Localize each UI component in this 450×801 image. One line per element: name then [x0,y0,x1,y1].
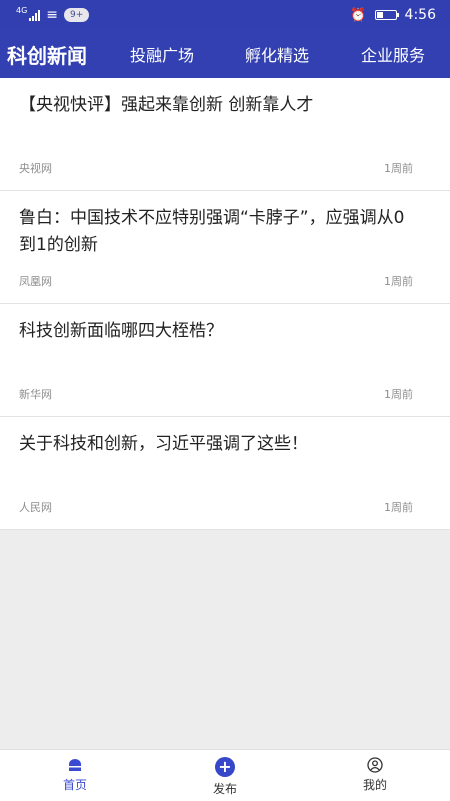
network-type: 4G [16,5,28,15]
news-time: 1周前 [384,501,413,514]
tab-enterprise-services[interactable]: 企业服务 [361,42,425,66]
battery-fill [376,12,383,18]
news-time: 1周前 [384,388,413,401]
tab-incubation-picks[interactable]: 孵化精选 [245,42,309,66]
plus-icon: + [215,757,235,777]
tab-publish[interactable]: + 发布 [150,750,300,801]
tab-investment-plaza[interactable]: 投融广场 [130,42,194,66]
tab-profile-label: 我的 [362,778,387,792]
bottom-tab-bar: 首页 + 发布 我的 [0,749,450,801]
news-title: 鲁白：中国技术不应特别强调“卡脖子”，应强调从0到1的创新 [19,208,405,255]
news-time: 1周前 [384,275,413,288]
tab-home-label: 首页 [62,778,87,792]
clock: 4:56 [404,7,436,23]
top-navigation: 科创新闻 投融广场 孵化精选 企业服务 [0,30,450,78]
tab-home[interactable]: 首页 [0,750,150,801]
news-title: 关于科技和创新，习近平强调了这些！ [19,434,308,454]
wifi-icon: ≡ [46,7,59,23]
news-card[interactable]: 鲁白：中国技术不应特别强调“卡脖子”，应强调从0到1的创新 凤凰网 1周前 [0,191,450,304]
user-icon [367,757,383,773]
news-source: 凤凰网 [19,275,52,288]
status-bar: 4G ≡ 9+ ⏰ 4:56 [0,0,450,30]
signal-icon [29,9,41,21]
tab-profile[interactable]: 我的 [300,750,450,801]
news-source: 央视网 [19,162,52,175]
news-card[interactable]: 科技创新面临哪四大桎梏？ 新华网 1周前 [0,304,450,417]
news-title: 科技创新面临哪四大桎梏？ [19,321,223,341]
news-card[interactable]: 关于科技和创新，习近平强调了这些！ 人民网 1周前 [0,417,450,530]
status-right: ⏰ 4:56 [350,7,436,23]
alarm-icon: ⏰ [350,7,367,23]
news-source: 人民网 [19,501,52,514]
tab-publish-label: 发布 [212,782,237,796]
notification-badge: 9+ [64,8,90,22]
news-card[interactable]: 【央视快评】强起来靠创新 创新靠人才 央视网 1周前 [0,78,450,191]
news-time: 1周前 [384,162,413,175]
home-icon [69,759,81,771]
status-left: 4G ≡ 9+ [16,5,90,23]
battery-icon [374,10,399,20]
news-feed: 【央视快评】强起来靠创新 创新靠人才 央视网 1周前 鲁白：中国技术不应特别强调… [0,78,450,530]
news-title: 【央视快评】强起来靠创新 创新靠人才 [19,95,314,115]
news-source: 新华网 [19,388,52,401]
app-brand[interactable]: 科创新闻 [0,40,112,69]
